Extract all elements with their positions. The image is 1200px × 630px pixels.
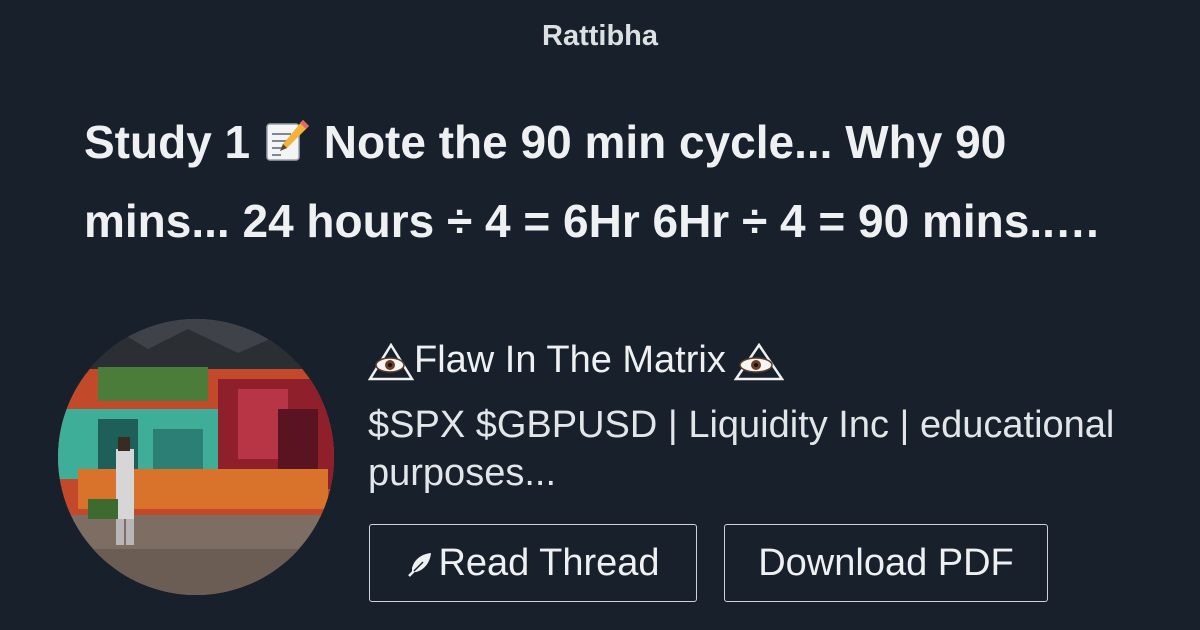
thread-title: Study 1 Note the 90 min cycle... Why 90 …	[84, 106, 1148, 258]
thread-title-line-1: Study 1 Note the 90 min cycle... Why 90	[84, 106, 1148, 185]
author-name-text: Flaw In The Matrix	[414, 339, 726, 381]
memo-icon	[263, 112, 311, 185]
feather-icon	[406, 545, 434, 588]
download-pdf-button[interactable]: Download PDF	[724, 524, 1048, 602]
eye-in-triangle-icon	[726, 342, 785, 393]
eye-in-triangle-icon	[367, 342, 415, 393]
author-avatar	[58, 319, 334, 595]
thread-title-text-start: Study 1	[84, 116, 251, 168]
author-bio: $SPX $GBPUSD | Liquidity Inc | education…	[368, 404, 1115, 494]
read-thread-label: Read Thread	[438, 541, 660, 584]
author-name: Flaw In The Matrix	[367, 336, 785, 393]
download-pdf-label: Download PDF	[758, 541, 1014, 584]
read-thread-button[interactable]: Read Thread	[369, 524, 697, 602]
thread-title-text-rest: Note the 90 min cycle... Why 90	[323, 116, 1007, 168]
thread-title-line-2: mins... 24 hours ÷ 4 = 6Hr 6Hr ÷ 4 = 90 …	[84, 195, 1101, 247]
site-name: Rattibha	[542, 20, 658, 52]
